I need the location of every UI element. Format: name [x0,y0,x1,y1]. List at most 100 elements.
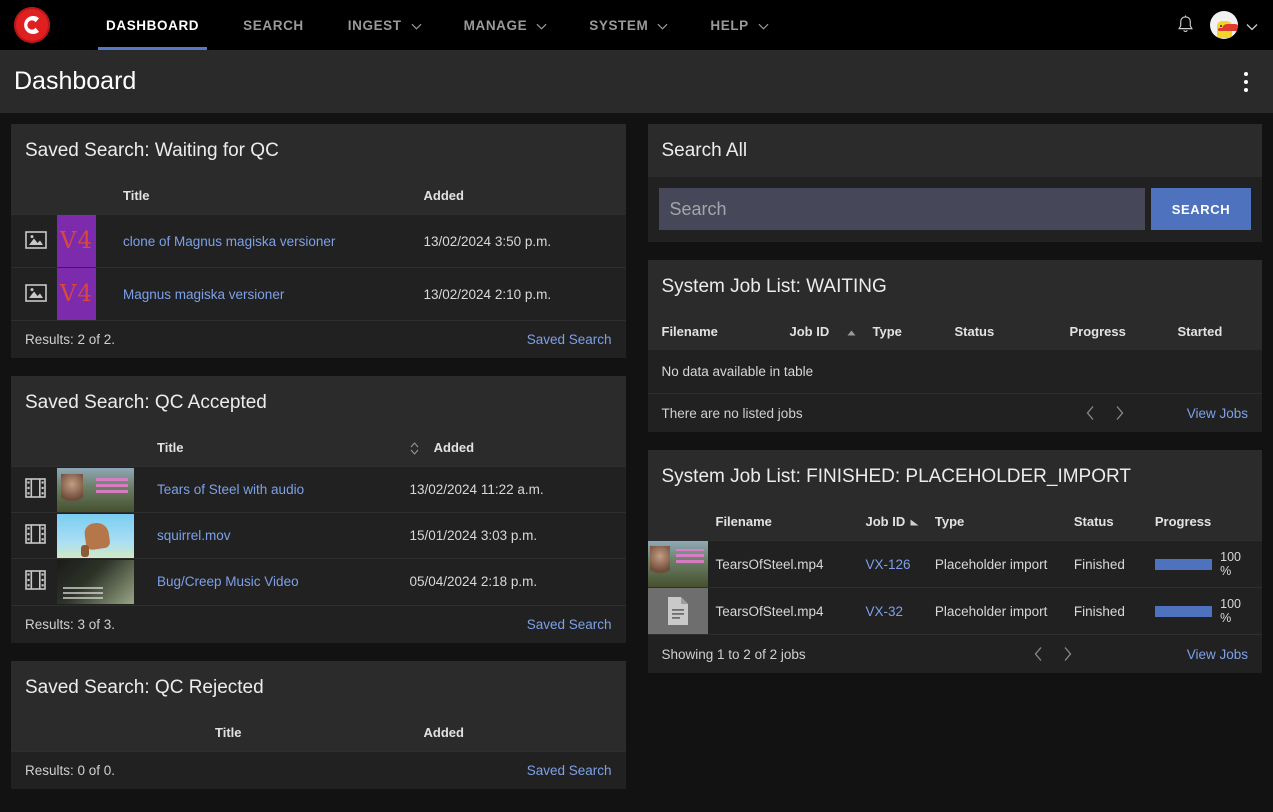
col-progress[interactable]: Progress [1147,503,1262,541]
job-list-finished-table: Filename Job ID Type Status Progress Tea… [647,503,1262,634]
view-jobs-link[interactable]: View Jobs [1187,647,1248,662]
table-row[interactable]: Bug/Creep Music Video 05/04/2024 2:18 p.… [11,558,626,605]
asset-title-link[interactable]: Tears of Steel with audio [157,482,304,497]
asset-title-link[interactable]: Bug/Creep Music Video [157,574,299,589]
col-status[interactable]: Status [947,313,1062,350]
job-id-link[interactable]: VX-126 [866,557,911,572]
col-status[interactable]: Status [1066,503,1147,541]
chevron-left-icon[interactable] [1085,405,1096,421]
panel-heading: Saved Search: Waiting for QC [11,124,626,177]
cell-title: Magnus magiska versioner [115,267,416,320]
job-id-link[interactable]: VX-32 [866,604,904,619]
cell-title: clone of Magnus magiska versioner [115,214,416,268]
table-header-row: Filename Job ID Type Status Progress Sta… [647,313,1263,350]
table-row[interactable]: squirrel.mov 15/01/2024 3:03 p.m. [11,512,626,559]
chevron-down-icon [758,21,769,30]
film-icon [25,524,46,547]
col-title[interactable]: Title [207,714,416,751]
cell-thumbnail: V4 [57,214,115,268]
progress-label: 100 % [1220,550,1242,578]
qc-accepted-table: Title Added Tears of Steel with audio 13… [11,429,626,605]
table-row[interactable]: Tears of Steel with audio 13/02/2024 11:… [11,466,626,513]
cell-job-id: VX-126 [857,540,927,588]
col-job-id[interactable]: Job ID [858,503,927,541]
col-filename[interactable]: Filename [708,503,858,541]
col-title[interactable]: Title [149,429,402,467]
image-icon [25,283,47,305]
job-list-waiting-table: Filename Job ID Type Status Progress Sta… [647,313,1263,350]
nav-item-dashboard[interactable]: DASHBOARD [84,0,221,50]
nav-label: HELP [710,17,749,33]
col-type[interactable]: Type [927,503,1066,541]
table-row[interactable]: V4 Magnus magiska versioner 13/02/2024 2… [11,267,626,320]
kebab-menu-icon[interactable] [1233,67,1259,97]
col-progress[interactable]: Progress [1062,313,1170,350]
panel-job-list-finished: System Job List: FINISHED: PLACEHOLDER_I… [647,450,1262,673]
results-count: Results: 0 of 0. [25,762,116,778]
cell-job-id: VX-32 [857,587,927,634]
col-job-id-label: Job ID [865,514,906,529]
chevron-right-icon[interactable] [1114,405,1125,421]
pagination [1085,405,1125,421]
panel-waiting-for-qc: Saved Search: Waiting for QC Title Added [11,124,626,358]
saved-search-link[interactable]: Saved Search [527,617,612,632]
image-icon [25,230,47,252]
chevron-left-icon[interactable] [1033,646,1044,662]
account-menu[interactable] [1210,11,1258,39]
cell-added: 13/02/2024 3:50 p.m. [415,214,626,268]
panel-qc-accepted: Saved Search: QC Accepted Title Added Te… [11,376,626,643]
thumbnail-video [647,541,708,587]
cell-progress: 100 % [1146,587,1262,634]
qc-rejected-table: Title Added [11,713,626,751]
nav-item-search[interactable]: SEARCH [221,0,326,50]
saved-search-link[interactable]: Saved Search [527,763,612,778]
cell-added: 13/02/2024 2:10 p.m. [415,267,626,320]
col-added[interactable]: Added [416,177,626,215]
nav-label: INGEST [347,17,402,33]
cell-type-icon [11,558,57,605]
col-added[interactable]: Added [402,429,626,467]
panel-footer: Showing 1 to 2 of 2 jobs View Jobs [647,634,1262,673]
bell-icon[interactable] [1175,14,1196,36]
cell-status: Finished [1065,540,1147,588]
nav-right-group [1175,11,1259,39]
nav-item-system[interactable]: SYSTEM [567,0,688,50]
search-input[interactable] [658,188,1145,230]
search-button[interactable]: SEARCH [1151,188,1251,230]
cell-type-icon [11,512,57,559]
table-row[interactable]: TearsOfSteel.mp4 VX-32 Placeholder impor… [647,587,1262,634]
cell-added: 05/04/2024 2:18 p.m. [401,558,626,605]
view-jobs-link[interactable]: View Jobs [1187,406,1248,421]
col-job-id[interactable]: Job ID [782,313,865,350]
panel-qc-rejected: Saved Search: QC Rejected Title Added Re… [11,660,626,789]
chevron-right-icon[interactable] [1062,646,1073,662]
asset-title-link[interactable]: Magnus magiska versioner [123,287,284,302]
cell-type-icon [11,267,57,320]
table-row[interactable]: TearsOfSteel.mp4 VX-126 Placeholder impo… [647,540,1262,588]
col-icon [11,177,57,215]
col-filename[interactable]: Filename [648,313,782,350]
table-header-row: Title Added [11,177,626,215]
cell-title: squirrel.mov [149,512,402,559]
col-added[interactable]: Added [416,714,626,751]
cell-type-icon [11,214,57,268]
cell-thumbnail [647,540,708,588]
asset-title-link[interactable]: clone of Magnus magiska versioner [123,234,335,249]
asset-title-link[interactable]: squirrel.mov [157,528,231,543]
panel-search-all: Search All SEARCH [647,124,1262,242]
col-started[interactable]: Started [1170,313,1263,350]
saved-search-link[interactable]: Saved Search [527,332,612,347]
thumbnail-v4: V4 [57,268,96,320]
brand-logo[interactable] [14,7,50,43]
nav-item-manage[interactable]: MANAGE [442,0,568,50]
col-title[interactable]: Title [115,177,416,215]
cell-title: Bug/Creep Music Video [149,558,402,605]
col-type[interactable]: Type [865,313,947,350]
nav-item-ingest[interactable]: INGEST [326,0,442,50]
sort-asc-icon [910,519,919,526]
nav-label: SYSTEM [589,17,649,33]
cell-added: 15/01/2024 3:03 p.m. [401,512,626,559]
table-row[interactable]: V4 clone of Magnus magiska versioner 13/… [11,214,626,268]
nav-item-help[interactable]: HELP [688,0,788,50]
col-title-label: Title [157,440,184,456]
